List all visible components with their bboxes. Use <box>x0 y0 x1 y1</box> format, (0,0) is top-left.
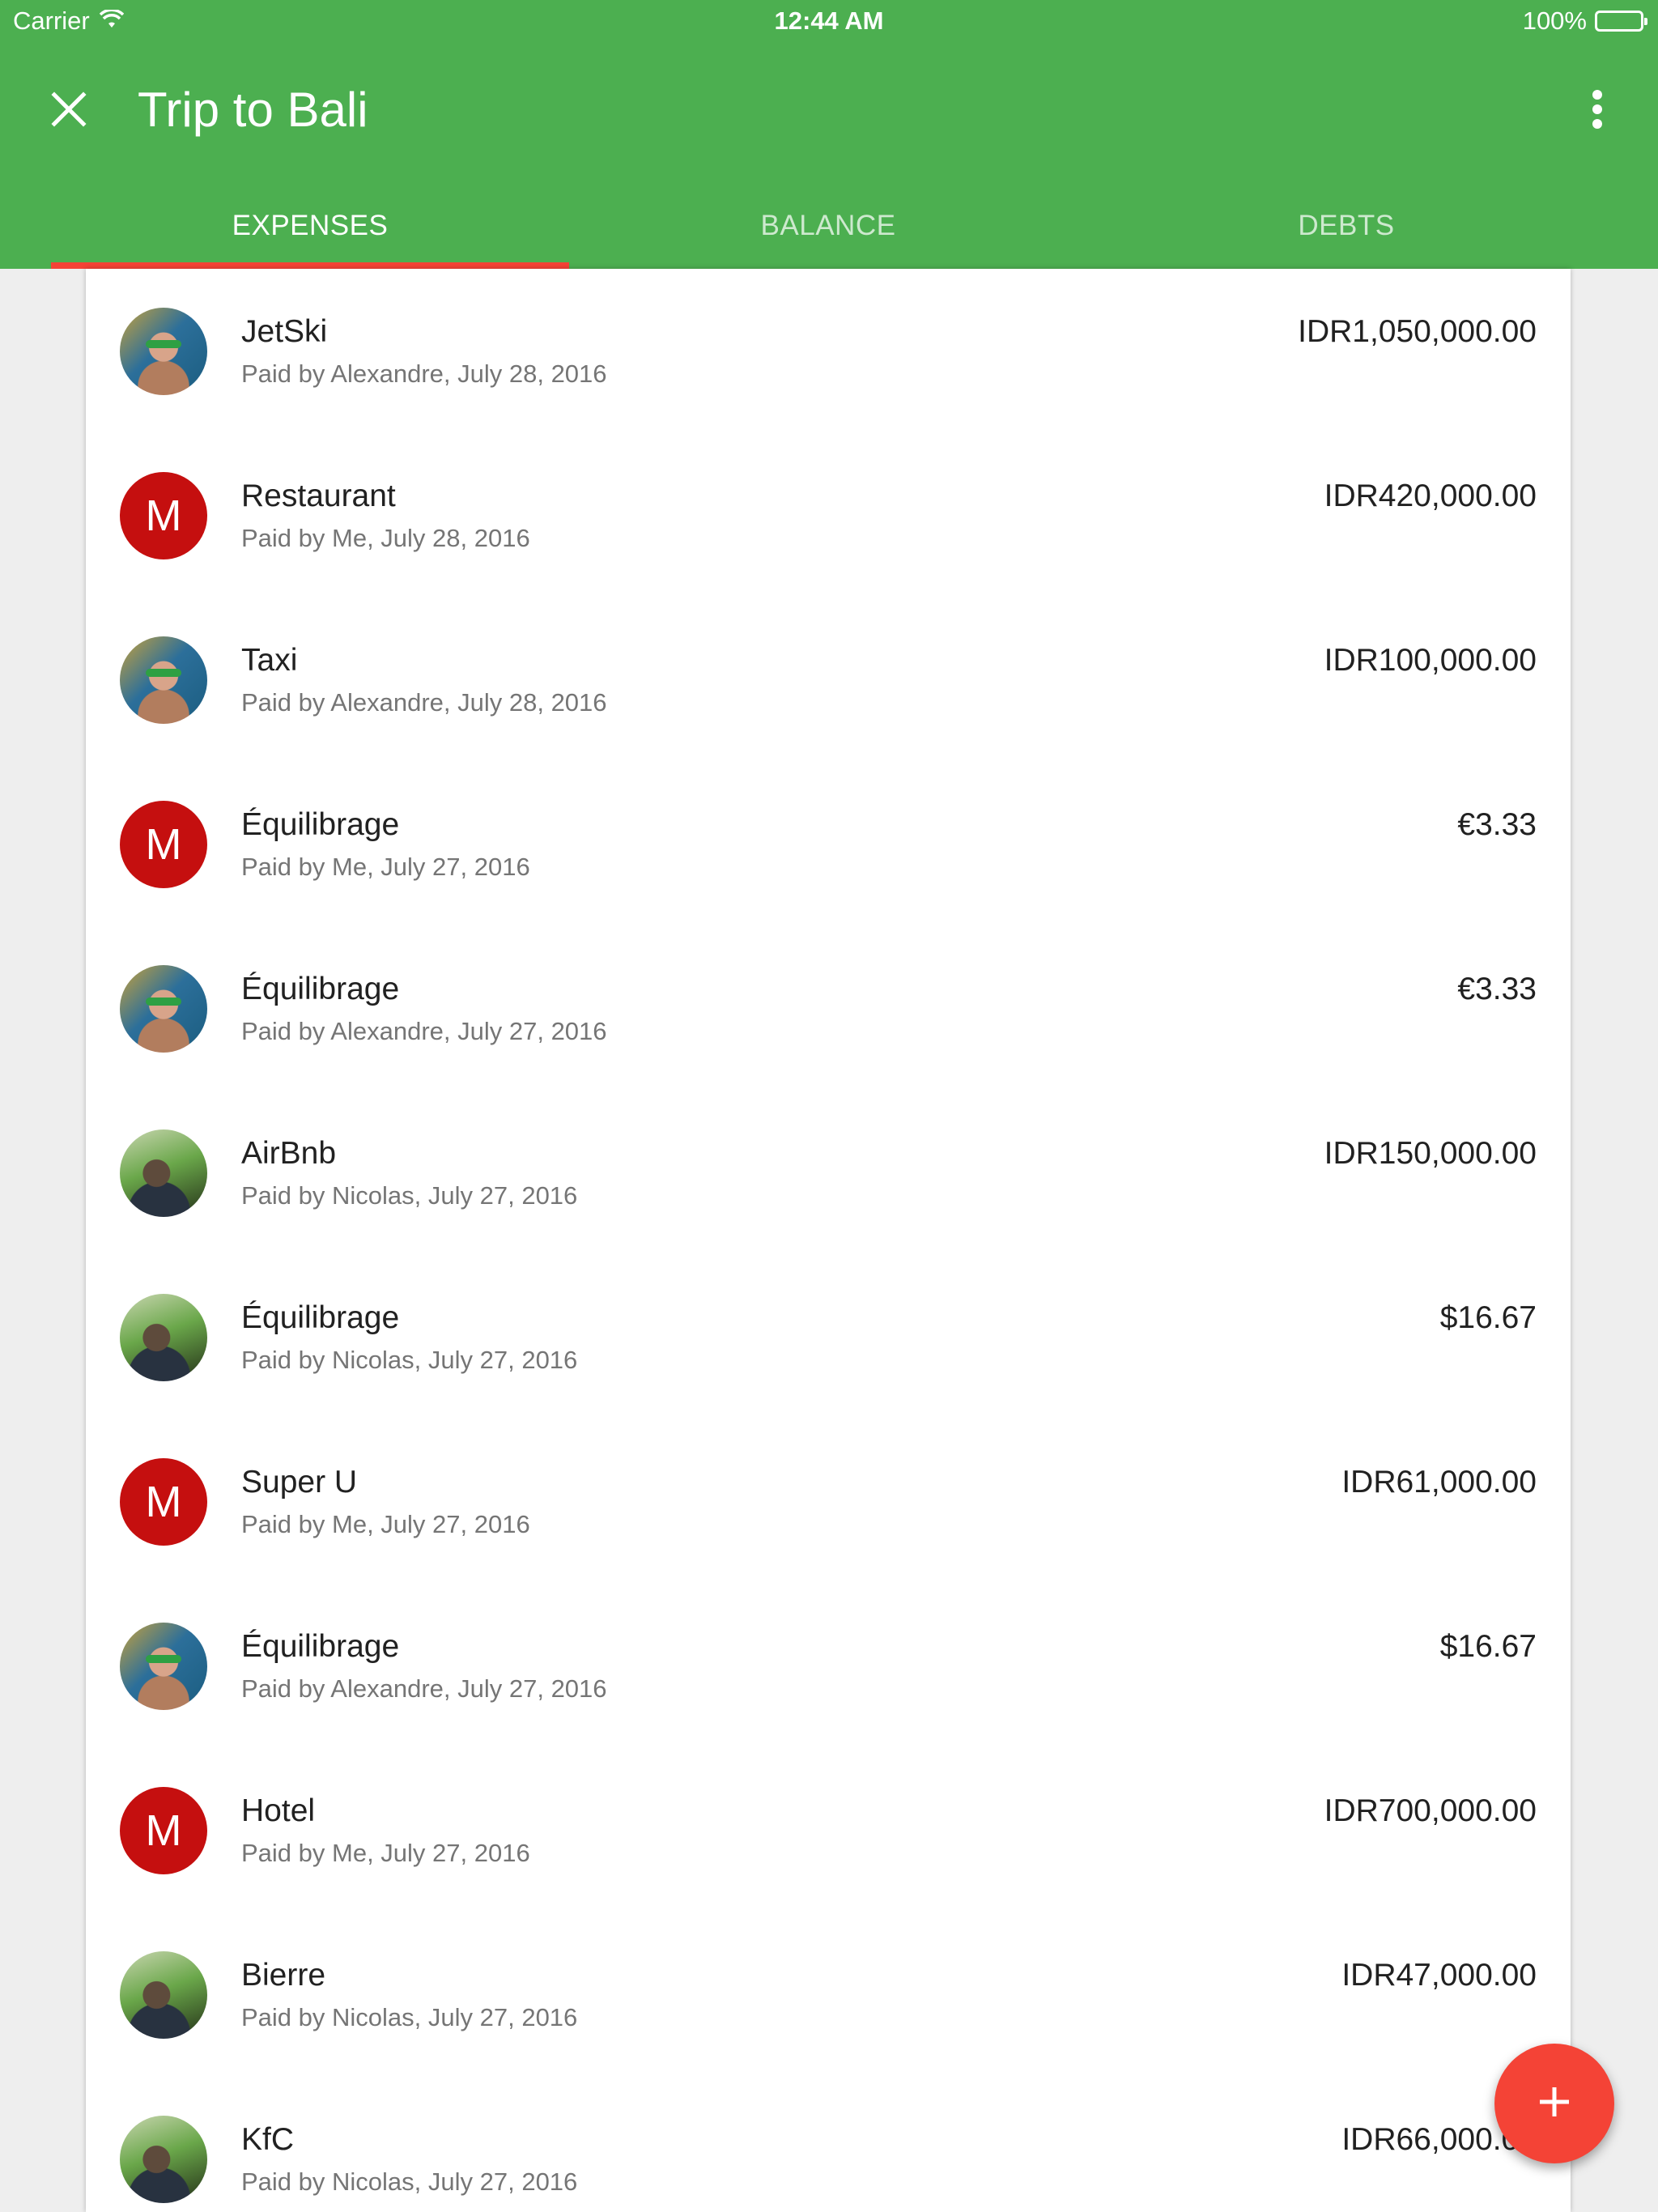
avatar-initial: M <box>120 1458 207 1546</box>
tab-debts[interactable]: DEBTS <box>1087 183 1605 269</box>
expense-row[interactable]: Équilibrage Paid by Nicolas, July 27, 201… <box>86 1255 1571 1419</box>
avatar-photo-nicolas <box>120 1129 207 1217</box>
expense-row[interactable]: M Hotel Paid by Me, July 27, 2016 IDR700,00… <box>86 1748 1571 1912</box>
more-vert-icon <box>1592 89 1603 134</box>
avatar-photo-alexandre <box>120 965 207 1053</box>
expense-row[interactable]: M Super U Paid by Me, July 27, 2016 IDR61,0… <box>86 1419 1571 1584</box>
tab-expenses[interactable]: EXPENSES <box>51 183 569 269</box>
expense-name: Bierre <box>241 1958 326 1993</box>
status-bar: Carrier 12:44 AM 100% <box>0 0 1658 45</box>
avatar-photo-alexandre <box>120 1623 207 1710</box>
expense-row[interactable]: JetSki Paid by Alexandre, July 28, 2016 ID… <box>86 269 1571 433</box>
expense-amount: IDR100,000.00 <box>1324 643 1537 678</box>
expense-row[interactable]: Bierre Paid by Nicolas, July 27, 2016 IDR4… <box>86 1912 1571 2077</box>
battery-icon <box>1595 11 1647 32</box>
expense-paid-by: Paid by Alexandre, July 27, 2016 <box>241 1674 607 1703</box>
avatar-initial: M <box>120 801 207 888</box>
expense-row[interactable]: Taxi Paid by Alexandre, July 28, 2016 IDR1… <box>86 598 1571 762</box>
plus-icon <box>1537 2084 1572 2124</box>
expense-amount: IDR1,050,000.00 <box>1298 314 1537 349</box>
expense-name: AirBnb <box>241 1136 337 1171</box>
expense-row[interactable]: Équilibrage Paid by Alexandre, July 27, 2… <box>86 926 1571 1091</box>
expense-paid-by: Paid by Nicolas, July 27, 2016 <box>241 1181 578 1210</box>
expense-list: JetSki Paid by Alexandre, July 28, 2016 ID… <box>86 269 1571 2212</box>
avatar-photo-alexandre <box>120 636 207 724</box>
tab-bar: EXPENSES BALANCE DEBTS <box>51 183 1605 269</box>
expense-amount: IDR150,000.00 <box>1324 1136 1537 1171</box>
expense-amount: IDR61,000.00 <box>1341 1465 1537 1499</box>
expense-paid-by: Paid by Nicolas, July 27, 2016 <box>241 1346 578 1374</box>
add-expense-button[interactable] <box>1494 2044 1614 2163</box>
expense-name: Taxi <box>241 643 298 678</box>
expense-amount: €3.33 <box>1457 807 1537 842</box>
expense-name: Équilibrage <box>241 1300 400 1335</box>
expense-paid-by: Paid by Me, July 28, 2016 <box>241 524 530 552</box>
expense-name: Équilibrage <box>241 972 400 1006</box>
expense-row[interactable]: M Restaurant Paid by Me, July 28, 2016 IDR4… <box>86 433 1571 598</box>
expense-paid-by: Paid by Me, July 27, 2016 <box>241 853 530 881</box>
expense-amount: €3.33 <box>1457 972 1537 1006</box>
expense-paid-by: Paid by Nicolas, July 27, 2016 <box>241 2003 578 2031</box>
avatar-photo-nicolas <box>120 1951 207 2039</box>
more-options-button[interactable] <box>1561 74 1634 147</box>
expense-paid-by: Paid by Nicolas, July 27, 2016 <box>241 2167 578 2196</box>
expense-paid-by: Paid by Alexandre, July 28, 2016 <box>241 688 607 717</box>
avatar-initial: M <box>120 472 207 559</box>
avatar-photo-nicolas <box>120 2116 207 2203</box>
avatar-initial: M <box>120 1787 207 1874</box>
expense-amount: IDR47,000.00 <box>1341 1958 1537 1993</box>
expense-name: Restaurant <box>241 479 396 513</box>
close-icon <box>51 91 87 131</box>
expense-amount: IDR420,000.00 <box>1324 479 1537 513</box>
avatar-photo-nicolas <box>120 1294 207 1381</box>
expense-paid-by: Paid by Me, July 27, 2016 <box>241 1839 530 1867</box>
expense-amount: $16.67 <box>1439 1629 1537 1664</box>
close-button[interactable] <box>32 74 105 147</box>
avatar-photo-alexandre <box>120 308 207 395</box>
app-bar: Trip to Bali EXPENSES BALANCE DEBTS <box>0 45 1658 269</box>
expense-row[interactable]: KfC Paid by Nicolas, July 27, 2016 IDR66,0… <box>86 2077 1571 2212</box>
expense-name: JetSki <box>241 314 328 349</box>
battery-info: 100% <box>1522 6 1647 36</box>
expense-name: Super U <box>241 1465 358 1499</box>
expense-paid-by: Paid by Alexandre, July 27, 2016 <box>241 1017 607 1045</box>
expense-amount: IDR700,000.00 <box>1324 1793 1537 1828</box>
expense-amount: $16.67 <box>1439 1300 1537 1335</box>
expense-row[interactable]: M Équilibrage Paid by Me, July 27, 2016 €3.… <box>86 762 1571 926</box>
expense-row[interactable]: Équilibrage Paid by Alexandre, July 27, 2… <box>86 1584 1571 1748</box>
expense-name: KfC <box>241 2122 295 2157</box>
expense-name: Hotel <box>241 1793 316 1828</box>
expense-name: Équilibrage <box>241 1629 400 1664</box>
expense-row[interactable]: AirBnb Paid by Nicolas, July 27, 2016 IDR1… <box>86 1091 1571 1255</box>
tab-indicator <box>51 262 569 269</box>
expense-name: Équilibrage <box>241 807 400 842</box>
expense-paid-by: Paid by Alexandre, July 28, 2016 <box>241 359 607 388</box>
status-time: 12:44 AM <box>774 6 884 35</box>
expense-paid-by: Paid by Me, July 27, 2016 <box>241 1510 530 1538</box>
tab-balance[interactable]: BALANCE <box>569 183 1087 269</box>
battery-percent: 100% <box>1522 6 1587 35</box>
page-title: Trip to Bali <box>138 83 368 137</box>
